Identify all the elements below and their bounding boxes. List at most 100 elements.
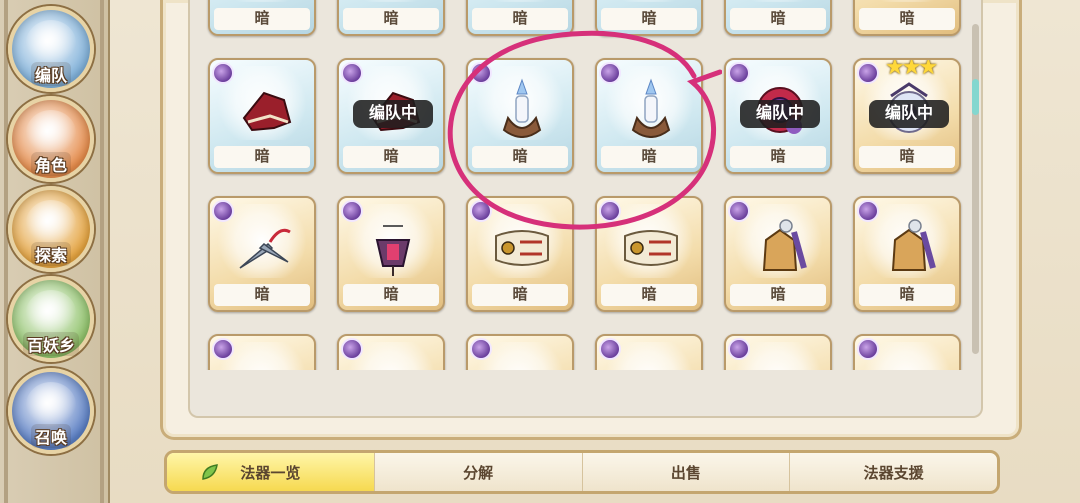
element-label: 暗 <box>472 146 568 168</box>
sidebar-item-0[interactable]: 编队 <box>8 6 94 92</box>
in-team-badge: 编队中 <box>353 100 433 128</box>
equipment-grid: 暗暗暗暗暗暗暗暗编队中暗暗暗编队中暗编队中 ★★★ 暗暗暗暗暗暗 <box>190 0 981 370</box>
dark-element-icon <box>599 62 621 84</box>
equipment-card[interactable]: 暗 <box>337 0 445 36</box>
equipment-card[interactable]: 暗 <box>724 0 832 36</box>
candle-icon <box>492 78 552 138</box>
sidebar-item-3[interactable]: 百妖乡 <box>8 276 94 362</box>
fish-banner-icon <box>621 216 681 276</box>
element-label: 暗 <box>214 8 310 30</box>
equipment-card[interactable] <box>595 334 703 370</box>
sidebar-item-4[interactable]: 召唤 <box>8 368 94 454</box>
element-label: 暗 <box>859 146 955 168</box>
equipment-card[interactable] <box>337 334 445 370</box>
tab-label: 法器一览 <box>240 464 301 482</box>
equipment-card[interactable] <box>208 334 316 370</box>
grid-scrollbar[interactable] <box>972 24 979 354</box>
character-icon <box>26 110 76 156</box>
equipment-card[interactable]: 暗 <box>466 196 574 312</box>
element-label: 暗 <box>214 284 310 306</box>
dark-element-icon <box>470 62 492 84</box>
leaf-icon <box>201 463 219 481</box>
equipment-grid-area: 暗暗暗暗暗暗暗暗编队中暗暗暗编队中暗编队中 ★★★ 暗暗暗暗暗暗 <box>188 0 983 418</box>
in-team-badge: 编队中 <box>740 100 820 128</box>
claw-icon <box>363 354 423 370</box>
equipment-card[interactable]: 暗 <box>208 58 316 174</box>
dark-element-icon <box>599 338 621 360</box>
cage-bar <box>4 0 8 503</box>
fish-banner-icon <box>492 216 552 276</box>
red-hat-icon <box>234 78 294 138</box>
candle-icon <box>621 78 681 138</box>
equipment-card[interactable]: 暗 <box>466 0 574 36</box>
tab-2[interactable]: 出售 <box>583 453 791 491</box>
tab-label: 出售 <box>670 464 701 482</box>
equipment-card[interactable]: 暗 编队中 ★★★ <box>853 58 961 174</box>
village-icon <box>26 290 76 336</box>
dark-element-icon <box>341 338 363 360</box>
dark-element-icon <box>857 62 879 84</box>
equipment-card[interactable]: 暗编队中 <box>337 58 445 174</box>
dark-element-icon <box>599 200 621 222</box>
dark-element-icon <box>728 338 750 360</box>
scroll-thumb[interactable] <box>972 79 979 115</box>
star-rating: ★★★ <box>885 58 938 79</box>
dark-element-icon <box>341 62 363 84</box>
equipment-card[interactable]: 暗 <box>208 196 316 312</box>
equipment-card[interactable]: 暗 <box>595 58 703 174</box>
dark-element-icon <box>857 200 879 222</box>
dark-element-icon <box>212 62 234 84</box>
element-label: 暗 <box>859 8 955 30</box>
sidebar-item-2[interactable]: 探索 <box>8 186 94 272</box>
card-glow <box>603 0 695 2</box>
element-label: 暗 <box>601 146 697 168</box>
element-label: 暗 <box>730 146 826 168</box>
tab-3[interactable]: 法器支援 <box>790 453 997 491</box>
element-label: 暗 <box>343 8 439 30</box>
in-team-badge: 编队中 <box>869 100 949 128</box>
cage-bar <box>100 0 104 503</box>
charm-icon <box>621 354 681 370</box>
equipment-card[interactable]: 暗 <box>853 196 961 312</box>
equipment-card[interactable] <box>853 334 961 370</box>
charm-icon <box>234 354 294 370</box>
summon-icon <box>26 382 76 428</box>
dark-element-icon <box>728 62 750 84</box>
tab-1[interactable]: 分解 <box>375 453 583 491</box>
sidebar-item-1[interactable]: 角色 <box>8 96 94 182</box>
equipment-card[interactable]: 暗 <box>337 196 445 312</box>
bottom-tab-bar: 法器一览 分解 出售 法器支援 <box>164 450 1000 494</box>
claw-icon <box>750 354 810 370</box>
shogi-piece-icon <box>879 216 939 276</box>
card-glow <box>345 0 437 2</box>
dark-element-icon <box>212 200 234 222</box>
element-label: 暗 <box>343 284 439 306</box>
element-label: 暗 <box>214 146 310 168</box>
equipment-card[interactable]: 暗 <box>724 196 832 312</box>
equipment-card[interactable] <box>466 334 574 370</box>
lantern-icon <box>363 216 423 276</box>
shogi-piece-icon <box>750 216 810 276</box>
tab-0[interactable]: 法器一览 <box>167 453 375 491</box>
dark-element-icon <box>212 338 234 360</box>
equipment-card[interactable]: 暗 <box>595 196 703 312</box>
equipment-card[interactable] <box>724 334 832 370</box>
dark-element-icon <box>728 200 750 222</box>
element-label: 暗 <box>730 8 826 30</box>
equipment-card[interactable]: 暗 <box>208 0 316 36</box>
card-glow <box>474 0 566 2</box>
kunai-icon <box>234 216 294 276</box>
element-label: 暗 <box>472 284 568 306</box>
element-label: 暗 <box>343 146 439 168</box>
element-label: 暗 <box>859 284 955 306</box>
equipment-card[interactable]: 暗 <box>466 58 574 174</box>
equipment-card[interactable]: 暗编队中 <box>724 58 832 174</box>
tab-label: 法器支援 <box>863 464 924 482</box>
claw-icon <box>492 354 552 370</box>
dark-element-icon <box>470 200 492 222</box>
dark-element-icon <box>857 338 879 360</box>
claw-icon <box>879 354 939 370</box>
equipment-card[interactable]: 暗 <box>595 0 703 36</box>
explore-icon <box>26 200 76 246</box>
equipment-card[interactable]: 暗 <box>853 0 961 36</box>
